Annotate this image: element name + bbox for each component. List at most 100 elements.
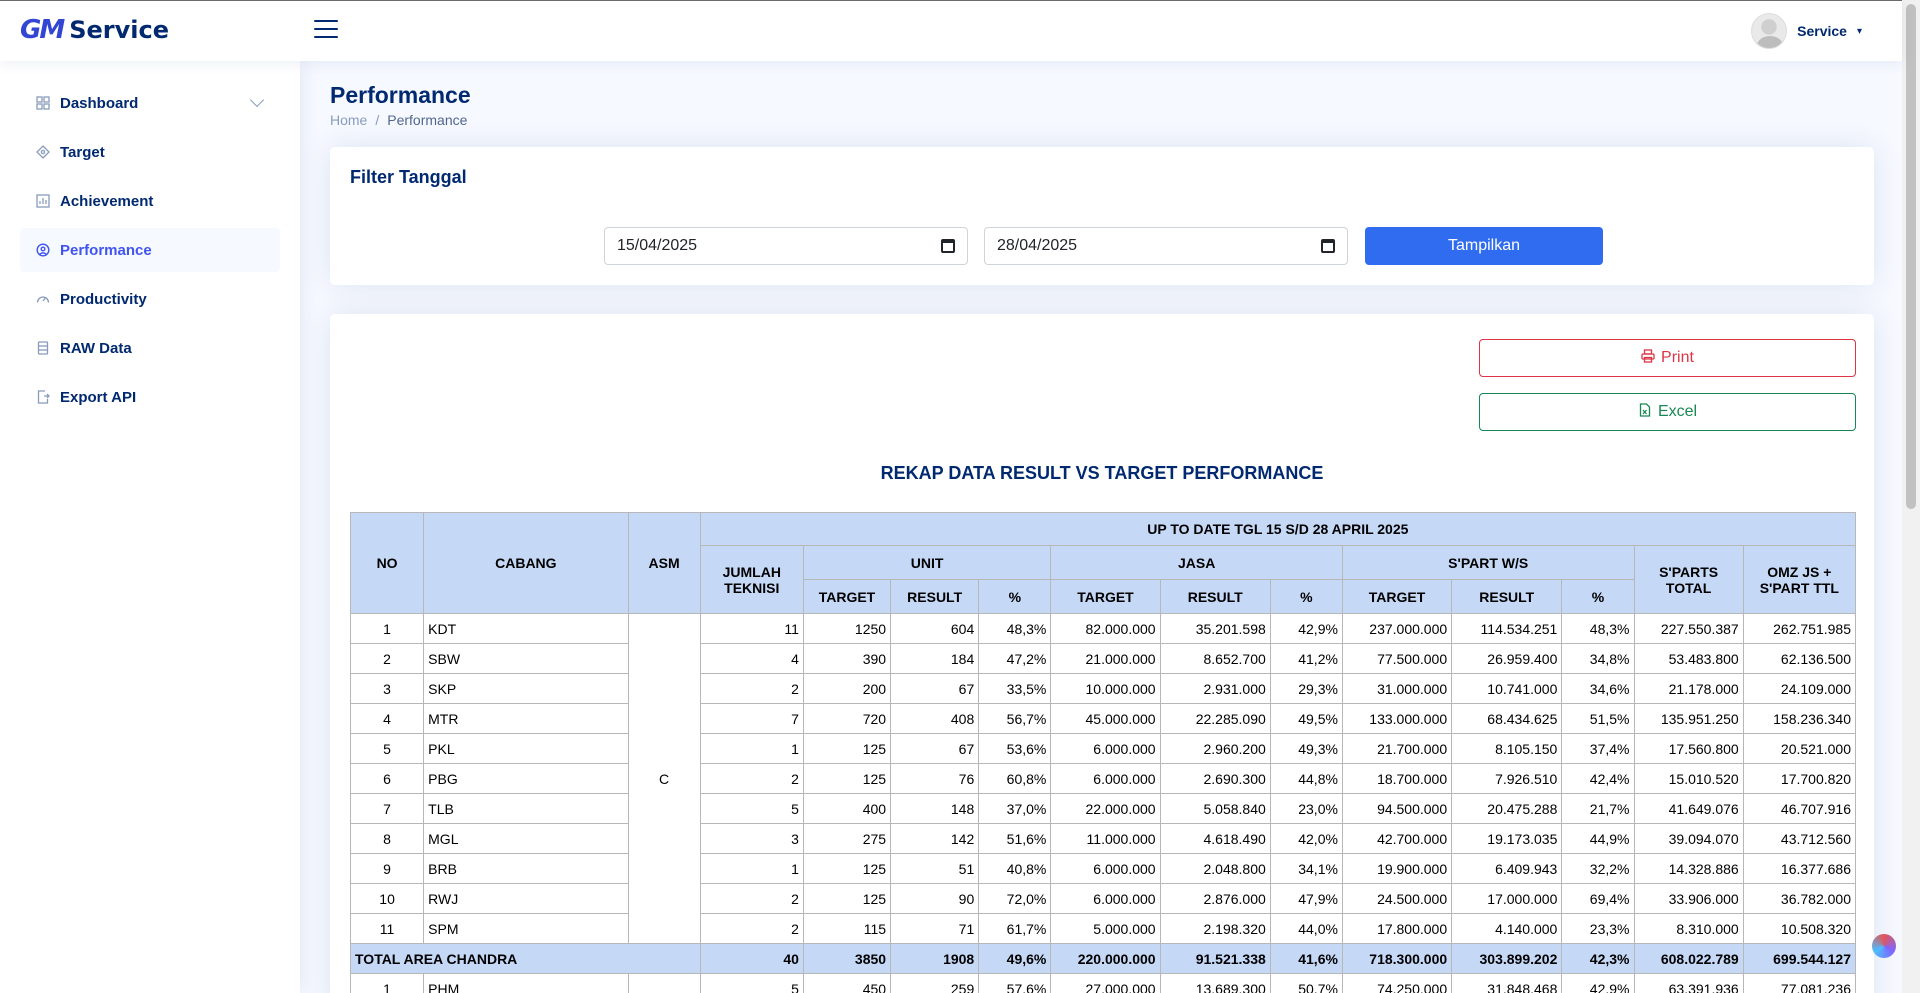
table-cell: 17.700.820	[1742, 763, 1857, 794]
table-cell: 1	[699, 853, 804, 884]
table-cell: 50,7%	[1269, 973, 1343, 993]
table-cell: 148	[890, 793, 980, 824]
sidebar-item-raw-data[interactable]: RAW Data	[20, 326, 280, 370]
table-cell: 31.000.000	[1341, 673, 1453, 704]
table-cell: 71	[890, 913, 980, 944]
show-button[interactable]: Tampilkan	[1365, 227, 1603, 265]
profile-name: Service	[1797, 23, 1847, 39]
table-cell: 2.960.200	[1159, 733, 1271, 764]
excel-button[interactable]: Excel	[1479, 393, 1856, 431]
table-cell: 8.105.150	[1451, 733, 1563, 764]
cell-cabang: MTR	[423, 703, 629, 734]
table-cell: 34,6%	[1561, 673, 1635, 704]
table-cell: 133.000.000	[1341, 703, 1453, 734]
table-cell: 68.434.625	[1451, 703, 1563, 734]
table-row: 2 SBW 4 390 184 47,2% 21.000.000 8.652.700 41,2%…	[349, 643, 1857, 674]
chevron-down-icon[interactable]	[249, 92, 265, 108]
menu-toggle-icon[interactable]	[314, 20, 338, 40]
assistant-widget-icon[interactable]	[1872, 934, 1896, 958]
total-cell: 303.899.202	[1451, 943, 1563, 974]
table-cell: 23,3%	[1561, 913, 1635, 944]
col-header-jumlah-teknisi: JUMLAH TEKNISI	[699, 545, 804, 614]
brand-logo[interactable]: GM Service	[20, 15, 169, 45]
cell-cabang: SPM	[423, 913, 629, 944]
gauge-icon	[36, 243, 50, 257]
col-header-unit-pct: %	[978, 579, 1052, 614]
table-cell: 41.649.076	[1633, 793, 1744, 824]
table-cell: 22.000.000	[1050, 793, 1161, 824]
table-cell: 24.500.000	[1341, 883, 1453, 914]
table-row: 10 RWJ 2 125 90 72,0% 6.000.000 2.876.000 47,9% 2…	[349, 883, 1857, 914]
table-cell: 44,8%	[1269, 763, 1343, 794]
table-cell: 6.409.943	[1451, 853, 1563, 884]
scrollbar-thumb[interactable]	[1906, 4, 1916, 509]
table-cell: 67	[890, 733, 980, 764]
total-cell: 699.544.127	[1742, 943, 1857, 974]
profile-dropdown[interactable]: Service ▾	[1751, 13, 1862, 49]
table-cell: 61,7%	[978, 913, 1052, 944]
table-cell: 5.000.000	[1050, 913, 1161, 944]
table-cell: 142	[890, 823, 980, 854]
table-cell: 49,5%	[1269, 703, 1343, 734]
breadcrumb-current: Performance	[387, 112, 468, 128]
page-scrollbar[interactable]	[1902, 0, 1920, 993]
table-cell: 60,8%	[978, 763, 1052, 794]
table-cell: 33.906.000	[1633, 883, 1744, 914]
file-export-icon	[36, 390, 50, 404]
sidebar-item-achievement[interactable]: Achievement	[20, 179, 280, 223]
sidebar-item-dashboard[interactable]: Dashboard	[20, 81, 280, 125]
sidebar-item-productivity[interactable]: Productivity	[20, 277, 280, 321]
cell-cabang: SKP	[423, 673, 629, 704]
col-header-unit: UNIT	[802, 545, 1052, 580]
table-cell: 62.136.500	[1742, 643, 1857, 674]
total-cell: 49,6%	[978, 943, 1052, 974]
table-cell: 4	[699, 643, 804, 674]
table-cell: 5	[699, 973, 804, 993]
sidebar-item-export-api[interactable]: Export API	[20, 375, 280, 419]
table-row: 9 BRB 1 125 51 40,8% 6.000.000 2.048.800 34,1% 19…	[349, 853, 1857, 884]
start-date-value: 15/04/2025	[617, 237, 698, 254]
table-cell: 90	[890, 883, 980, 914]
col-header-cabang: CABANG	[423, 512, 629, 614]
table-cell: 1	[699, 733, 804, 764]
chart-icon	[36, 194, 50, 208]
filter-title: Filter Tanggal	[350, 167, 467, 187]
table-cell: 53,6%	[978, 733, 1052, 764]
table-cell: 2	[699, 883, 804, 914]
sidebar-item-label: Performance	[60, 241, 152, 259]
cell-cabang: BRB	[423, 853, 629, 884]
table-cell: 390	[802, 643, 892, 674]
table-cell: 31.848.468	[1451, 973, 1563, 993]
table-cell: 19.173.035	[1451, 823, 1563, 854]
sidebar-item-performance[interactable]: Performance	[20, 228, 280, 272]
table-cell: 51,6%	[978, 823, 1052, 854]
table-cell: 42,0%	[1269, 823, 1343, 854]
table-cell: 46.707.916	[1742, 793, 1857, 824]
table-cell: 35.201.598	[1159, 613, 1271, 644]
table-cell: 227.550.387	[1633, 613, 1744, 644]
table-cell: 115	[802, 913, 892, 944]
calendar-icon[interactable]	[941, 239, 955, 253]
calendar-icon[interactable]	[1321, 239, 1335, 253]
table-cell: 200	[802, 673, 892, 704]
filter-card: Filter Tanggal 15/04/2025 28/04/2025 Tam…	[330, 147, 1874, 285]
col-header-jasa: JASA	[1050, 545, 1343, 580]
col-header-spart-result: RESULT	[1451, 579, 1563, 614]
table-cell: 34,1%	[1269, 853, 1343, 884]
table-cell: 6.000.000	[1050, 853, 1161, 884]
table-cell: 21,7%	[1561, 793, 1635, 824]
logo-mark: GM	[20, 15, 65, 45]
sidebar-item-target[interactable]: Target	[20, 130, 280, 174]
table-cell: 94.500.000	[1341, 793, 1453, 824]
sidebar: Dashboard Target Achievement Performance…	[0, 61, 300, 993]
cell-no: 9	[349, 853, 425, 884]
end-date-input[interactable]: 28/04/2025	[984, 227, 1348, 265]
cell-no: 3	[349, 673, 425, 704]
print-button[interactable]: Print	[1479, 339, 1856, 377]
start-date-input[interactable]: 15/04/2025	[604, 227, 968, 265]
cell-cabang: KDT	[423, 613, 629, 644]
breadcrumb-home[interactable]: Home	[330, 112, 367, 128]
table-cell: 34,8%	[1561, 643, 1635, 674]
table-cell: 604	[890, 613, 980, 644]
cell-cabang: TLB	[423, 793, 629, 824]
